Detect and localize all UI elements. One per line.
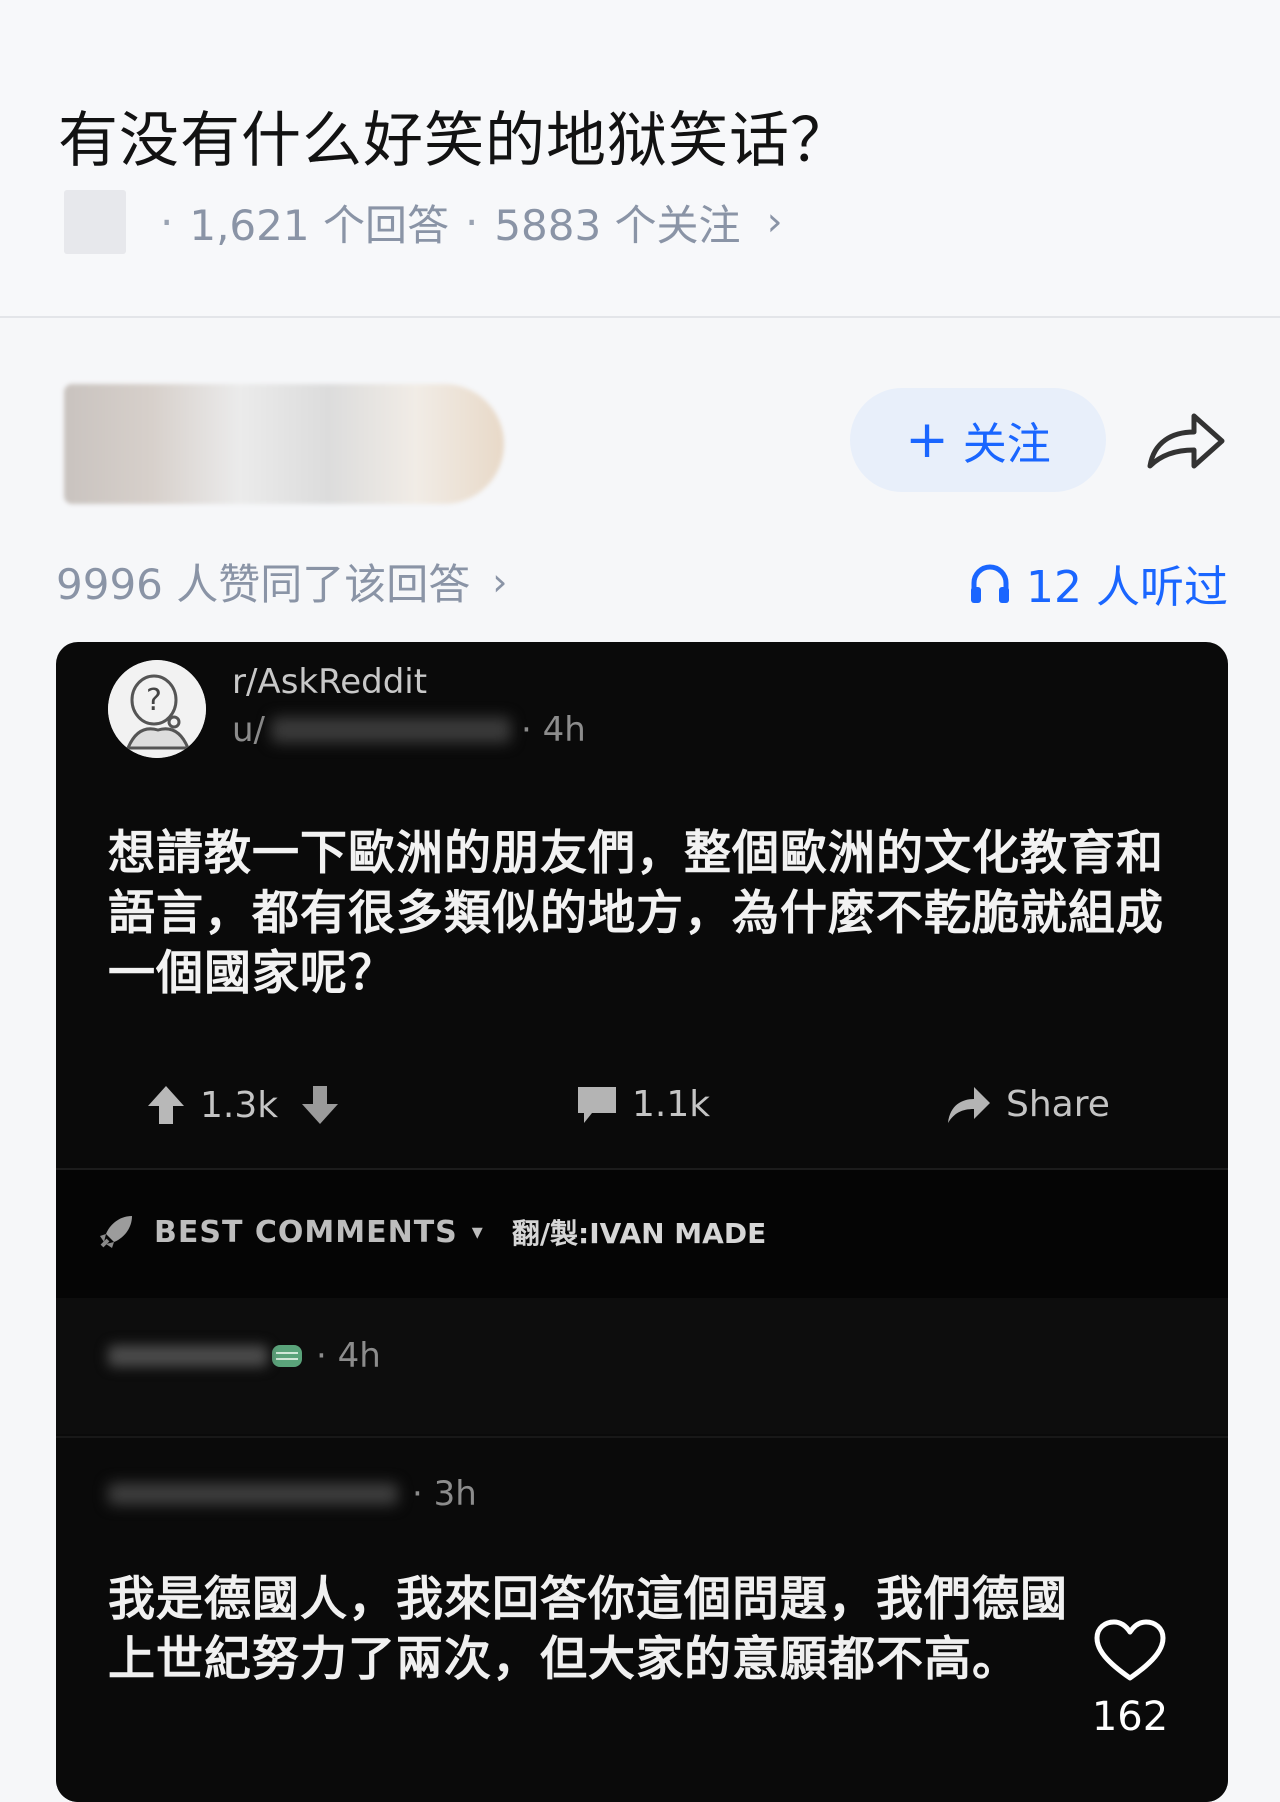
reddit-share-icon xyxy=(948,1086,990,1123)
caret-down-icon: ▾ xyxy=(471,1219,484,1245)
answer-count: 1,621 个回答 xyxy=(189,200,449,250)
subreddit-avatar: ? xyxy=(108,660,206,758)
upvote-icon xyxy=(148,1086,184,1124)
subreddit-name: r/AskReddit xyxy=(232,662,428,702)
headphone-icon xyxy=(971,564,1010,603)
follow-button[interactable]: + 关注 xyxy=(850,388,1106,492)
heart-icon[interactable] xyxy=(1093,1618,1167,1684)
best-comments-label: BEST COMMENTS xyxy=(154,1214,458,1250)
reddit-screenshot: ? r/AskReddit u/ · 4h 想請教一下歐洲的朋友們，整個歐洲的文… xyxy=(56,642,1228,1802)
best-comments-bar: BEST COMMENTS ▾ 翻/製:IVAN MADE xyxy=(56,1168,1228,1300)
downvote-icon xyxy=(302,1086,339,1124)
mask-icon xyxy=(272,1345,302,1367)
post-body: 想請教一下歐洲的朋友們，整個歐洲的文化教育和語言，都有很多類似的地方，為什麼不乾… xyxy=(108,826,1164,1001)
agree-label: 9996 人赞同了该回答 xyxy=(56,560,471,609)
comment-icon xyxy=(578,1086,616,1123)
question-mark-icon: ? xyxy=(108,660,206,758)
comments-group: 1.1k xyxy=(576,1084,710,1125)
like-count: 162 xyxy=(1091,1694,1169,1740)
meta-separator: · xyxy=(464,197,479,247)
comment-time: · 4h xyxy=(316,1336,381,1376)
comment-meta: · 3h xyxy=(108,1474,477,1514)
plus-icon: + xyxy=(905,410,949,470)
best-comments-header: BEST COMMENTS ▾ 翻/製:IVAN MADE xyxy=(96,1212,766,1252)
comment-meta: · 4h xyxy=(108,1336,381,1376)
agree-count[interactable]: 9996 人赞同了该回答 › xyxy=(56,551,507,612)
question-meta[interactable]: · 1,621 个回答 · 5883 个关注 › xyxy=(64,190,783,254)
username-redacted xyxy=(271,717,512,743)
share-icon[interactable] xyxy=(1144,408,1228,474)
upvote-count: 1.3k xyxy=(200,1084,279,1126)
comment-item: · 3h 我是德國人，我來回答你這個問題，我們德國上世紀努力了兩次，但大家的意願… xyxy=(56,1436,1228,1802)
username-redacted xyxy=(108,1345,268,1367)
share-group: Share xyxy=(946,1084,1110,1125)
like-widget[interactable]: 162 xyxy=(1088,1618,1172,1740)
author-row: + 关注 xyxy=(0,370,1280,520)
post-actions: 1.3k 1.1k Share xyxy=(56,1074,1228,1144)
author-avatar[interactable] xyxy=(64,384,504,504)
follow-label: 关注 xyxy=(962,419,1051,470)
listen-label: 12 人听过 xyxy=(1026,562,1228,613)
username-redacted xyxy=(108,1483,398,1505)
user-prefix: u/ xyxy=(232,710,266,750)
share-label: Share xyxy=(1006,1084,1110,1125)
svg-text:?: ? xyxy=(146,683,162,718)
question-title[interactable]: 有没有什么好笑的地狱笑话？ xyxy=(58,92,851,179)
meta-separator: · xyxy=(160,197,174,247)
comment-time: · 3h xyxy=(412,1474,477,1514)
follow-count: 5883 个关注 xyxy=(494,200,741,250)
topic-avatar[interactable] xyxy=(64,190,126,254)
listen-count[interactable]: 12 人听过 xyxy=(968,551,1228,615)
post-time: · 4h xyxy=(521,710,586,750)
comment-count: 1.1k xyxy=(632,1084,711,1125)
stats-row: 9996 人赞同了该回答 › 12 人听过 xyxy=(0,545,1280,614)
post-meta: u/ · 4h xyxy=(232,710,586,750)
vote-group: 1.3k xyxy=(146,1084,354,1126)
comment-body: 我是德國人，我來回答你這個問題，我們德國上世紀努力了兩次，但大家的意願都不高。 xyxy=(108,1572,1068,1687)
chevron-right-icon: › xyxy=(492,559,508,604)
translator-credit: 翻/製:IVAN MADE xyxy=(511,1217,767,1250)
rocket-icon xyxy=(100,1216,132,1248)
question-header: 有没有什么好笑的地狱笑话？ · 1,621 个回答 · 5883 个关注 › xyxy=(0,0,1280,318)
chevron-right-icon: › xyxy=(766,199,783,245)
comment-item: · 4h xyxy=(56,1298,1228,1434)
